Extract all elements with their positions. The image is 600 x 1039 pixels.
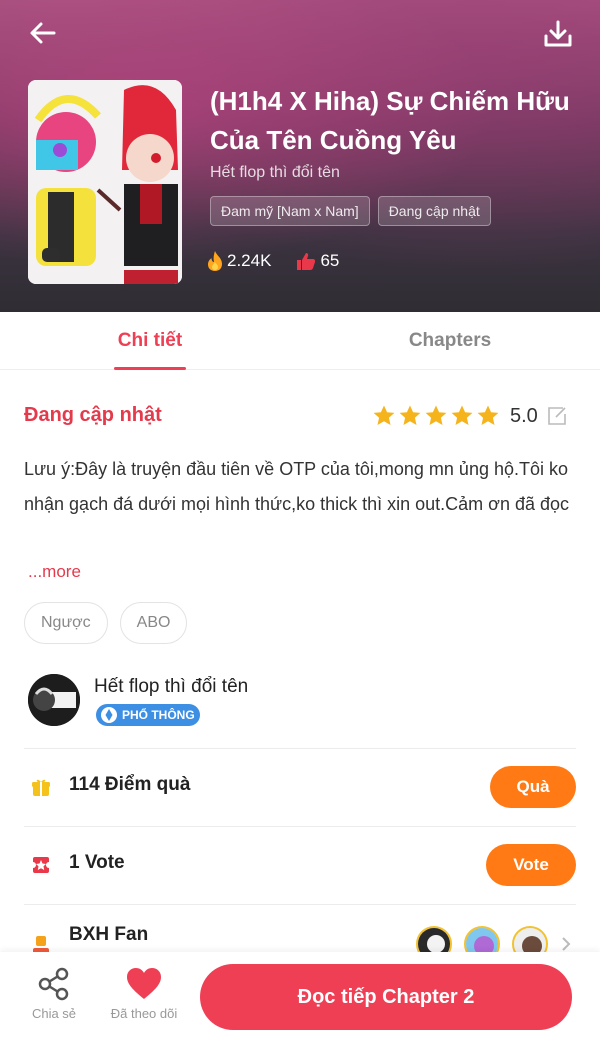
author-badge-label: PHỔ THÔNG bbox=[122, 708, 195, 722]
book-author[interactable]: Hết flop thì đổi tên bbox=[210, 164, 340, 182]
likes-count: 65 bbox=[320, 251, 340, 270]
author-name[interactable]: Hết flop thì đổi tên bbox=[94, 676, 248, 698]
share-button[interactable]: Chia sẻ bbox=[22, 966, 86, 1021]
follow-button[interactable]: Đã theo dõi bbox=[100, 966, 188, 1021]
back-arrow-icon[interactable] bbox=[26, 16, 60, 50]
badge-icon bbox=[101, 707, 117, 723]
thumbs-up-icon bbox=[297, 253, 316, 270]
book-stats: 2.24K 65 bbox=[206, 250, 339, 272]
genre-chip[interactable]: Đam mỹ [Nam x Nam] bbox=[210, 196, 370, 226]
chevron-right-icon[interactable] bbox=[560, 936, 572, 952]
vote-button[interactable]: Vote bbox=[486, 844, 576, 886]
follow-label: Đã theo dõi bbox=[110, 1006, 178, 1021]
star-icon bbox=[425, 405, 447, 425]
views-count: 2.24K bbox=[227, 251, 272, 270]
views-stat: 2.24K bbox=[206, 250, 271, 272]
tab-chapters[interactable]: Chapters bbox=[390, 312, 510, 370]
author-row[interactable]: Hết flop thì đổi tên PHỔ THÔNG bbox=[24, 670, 576, 746]
tag-chip[interactable]: Ngược bbox=[24, 602, 108, 644]
update-status: Đang cập nhật bbox=[24, 404, 162, 426]
status-chip: Đang cập nhật bbox=[377, 196, 491, 226]
heart-icon bbox=[127, 968, 161, 999]
rating[interactable]: 5.0 bbox=[372, 404, 568, 428]
gift-icon bbox=[32, 779, 50, 796]
edit-icon[interactable] bbox=[546, 405, 568, 427]
genre-chip-list: Đam mỹ [Nam x Nam] Đang cập nhật bbox=[210, 196, 491, 226]
star-icon bbox=[477, 405, 499, 425]
divider bbox=[24, 904, 576, 905]
book-header: (H1h4 X Hiha) Sự Chiếm Hữu Của Tên Cuồng… bbox=[0, 0, 600, 312]
vote-row: 1 Vote Vote bbox=[24, 826, 576, 904]
book-cover[interactable] bbox=[28, 80, 182, 284]
tab-detail[interactable]: Chi tiết bbox=[100, 312, 200, 370]
star-icon bbox=[373, 405, 395, 425]
tag-chip[interactable]: ABO bbox=[119, 602, 188, 644]
share-label: Chia sẻ bbox=[31, 1006, 77, 1021]
book-description: Lưu ý:Đây là truyện đầu tiên về OTP của … bbox=[24, 459, 570, 514]
star-icon bbox=[451, 405, 473, 425]
bottom-action-bar: Chia sẻ Đã theo dõi Đọc tiếp Chapter 2 bbox=[0, 952, 600, 1039]
vote-ticket-icon bbox=[30, 857, 52, 873]
tag-list: Ngược ABO bbox=[24, 602, 188, 644]
book-title: (H1h4 X Hiha) Sự Chiếm Hữu Của Tên Cuồng… bbox=[210, 86, 570, 155]
vote-count: 1 Vote bbox=[69, 852, 125, 873]
continue-reading-button[interactable]: Đọc tiếp Chapter 2 bbox=[200, 964, 572, 1030]
author-avatar[interactable] bbox=[28, 674, 80, 726]
gift-row: 114 Điểm quà Quà bbox=[24, 748, 576, 826]
download-icon[interactable] bbox=[542, 18, 574, 50]
share-icon bbox=[38, 967, 69, 1001]
gift-button[interactable]: Quà bbox=[490, 766, 576, 808]
gift-points: 114 Điểm quà bbox=[69, 774, 191, 795]
likes-stat: 65 bbox=[295, 250, 339, 272]
star-icon bbox=[399, 405, 421, 425]
more-link[interactable]: ...more bbox=[28, 562, 81, 582]
fire-icon bbox=[208, 251, 222, 271]
fan-ranking-label: BXH Fan bbox=[69, 924, 149, 945]
rating-value: 5.0 bbox=[510, 404, 538, 427]
author-badge: PHỔ THÔNG bbox=[96, 704, 200, 726]
tab-bar: Chi tiết Chapters bbox=[0, 312, 600, 370]
